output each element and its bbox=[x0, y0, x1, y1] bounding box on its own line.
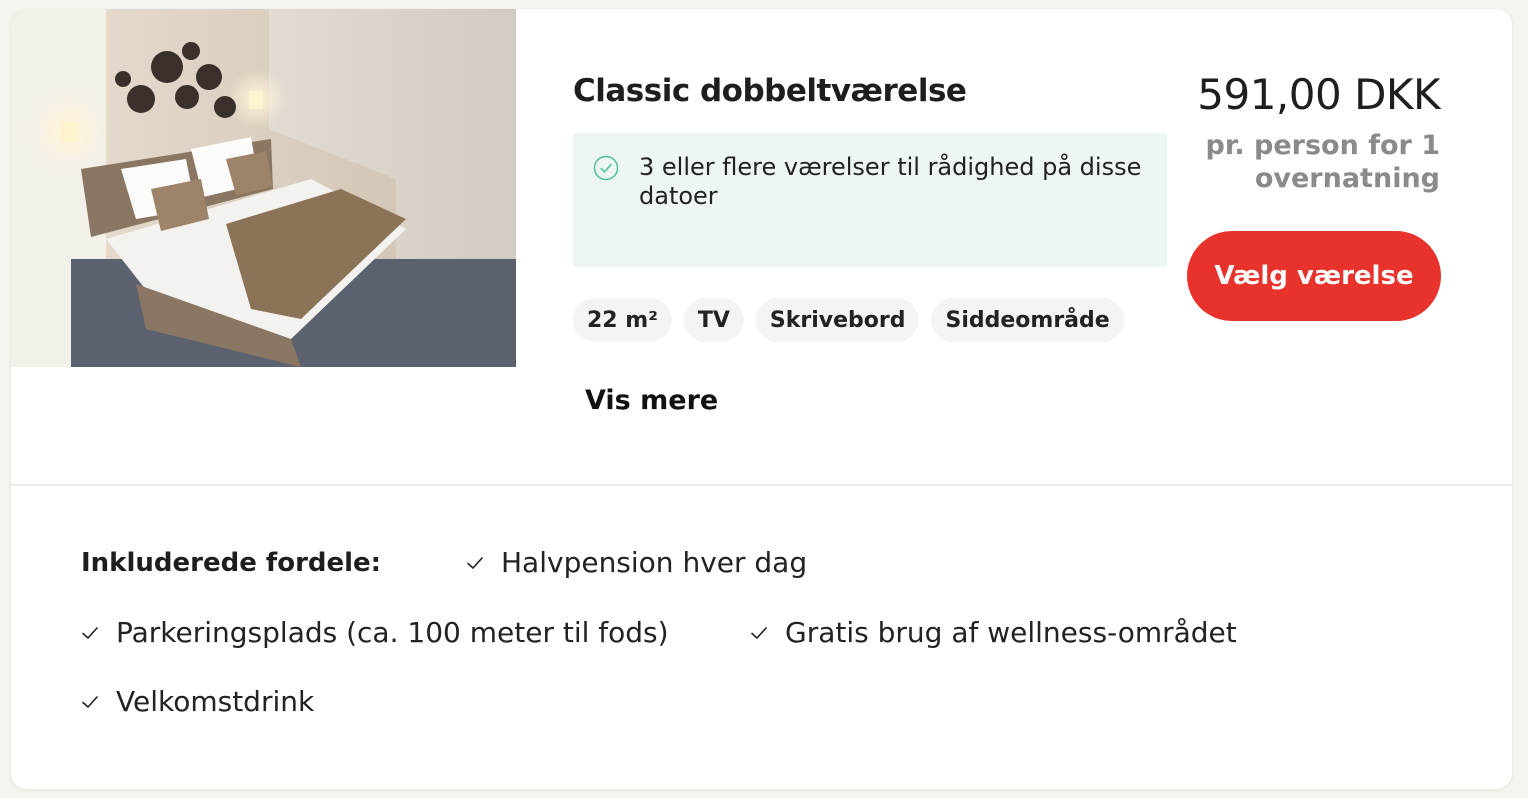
benefit-text: Parkeringsplads (ca. 100 meter til fods) bbox=[116, 616, 669, 649]
benefit-text: Halvpension hver dag bbox=[501, 546, 808, 579]
show-more-link[interactable]: Vis mere bbox=[585, 385, 718, 416]
tag-size: 22 m² bbox=[573, 298, 672, 342]
availability-box: 3 eller flere værelser til rådighed på d… bbox=[573, 133, 1167, 267]
checkmark-icon bbox=[82, 626, 98, 639]
tag-desk: Skrivebord bbox=[755, 298, 920, 342]
amenity-tags: 22 m² TV Skrivebord Siddeområde bbox=[573, 298, 1124, 342]
benefit-text: Gratis brug af wellness-området bbox=[785, 616, 1237, 649]
checkmark-icon bbox=[751, 626, 767, 639]
check-circle-icon bbox=[593, 155, 619, 181]
room-title: Classic dobbeltværelse bbox=[573, 73, 967, 109]
availability-text: 3 eller flere værelser til rådighed på d… bbox=[639, 153, 1142, 210]
tag-seating-area: Siddeområde bbox=[931, 298, 1124, 342]
select-room-button[interactable]: Vælg værelse bbox=[1187, 231, 1441, 321]
divider bbox=[11, 484, 1512, 486]
benefit-item: Parkeringsplads (ca. 100 meter til fods) bbox=[81, 616, 669, 649]
benefit-item: Halvpension hver dag bbox=[466, 546, 807, 579]
checkmark-icon bbox=[467, 556, 483, 569]
benefit-item: Velkomstdrink bbox=[81, 685, 314, 718]
checkmark-icon bbox=[82, 695, 98, 708]
room-card: Classic dobbeltværelse 3 eller flere vær… bbox=[11, 9, 1512, 789]
tag-tv: TV bbox=[683, 298, 744, 342]
price: 591,00 DKK bbox=[1197, 70, 1440, 119]
room-photo[interactable] bbox=[11, 9, 516, 367]
benefits-label: Inkluderede fordele: bbox=[81, 548, 382, 578]
price-note: pr. person for 1 overnatning bbox=[1205, 130, 1440, 194]
benefit-item: Gratis brug af wellness-området bbox=[750, 616, 1237, 649]
benefit-text: Velkomstdrink bbox=[116, 685, 315, 718]
